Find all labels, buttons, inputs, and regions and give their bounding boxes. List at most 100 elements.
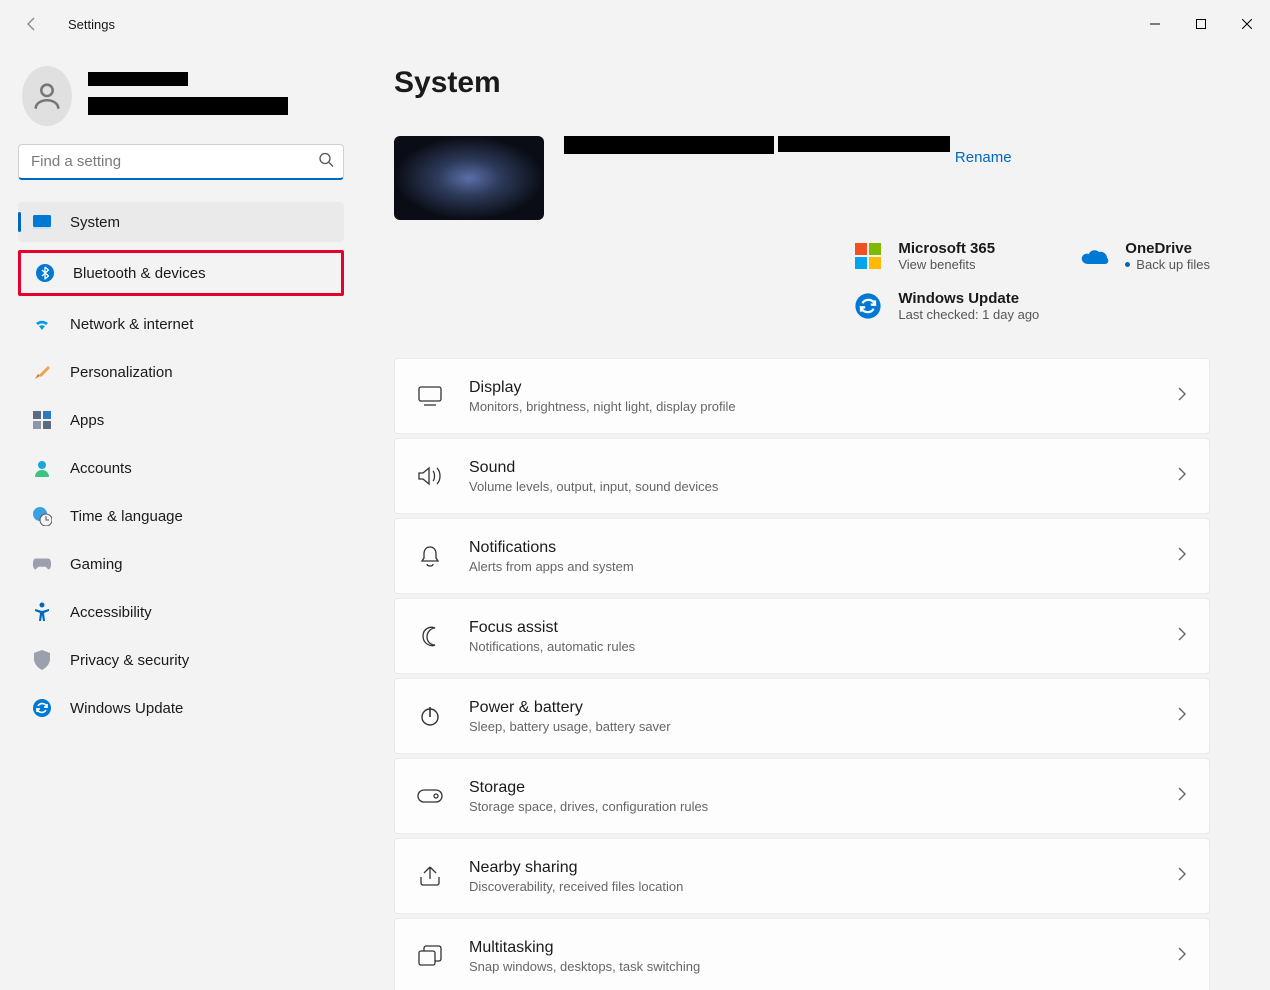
sidebar-item-gaming[interactable]: Gaming [18,544,344,584]
sidebar-item-label: Network & internet [70,316,193,333]
multitasking-icon [417,943,443,969]
device-wallpaper [394,136,544,220]
setting-card-notifications[interactable]: NotificationsAlerts from apps and system [394,518,1210,594]
card-desc: Notifications, automatic rules [469,639,635,654]
tile-microsoft365[interactable]: Microsoft 365 View benefits [852,240,1039,272]
wifi-icon [32,314,52,334]
avatar [22,66,72,126]
storage-icon [417,783,443,809]
device-info: Rename [564,136,1012,167]
share-icon [417,863,443,889]
minimize-button[interactable] [1132,8,1178,40]
sidebar-item-accounts[interactable]: Accounts [18,448,344,488]
clock-globe-icon [32,506,52,526]
sidebar-item-update[interactable]: Windows Update [18,688,344,728]
tile-title: OneDrive [1125,240,1210,257]
tile-onedrive[interactable]: OneDrive Back up files [1079,240,1210,272]
card-desc: Sleep, battery usage, battery saver [469,719,671,734]
sidebar-item-label: System [70,214,120,231]
tile-title: Microsoft 365 [898,240,995,257]
sync-icon [32,698,52,718]
tile-windows-update[interactable]: Windows Update Last checked: 1 day ago [852,290,1039,322]
chevron-right-icon [1177,706,1187,727]
card-title: Display [469,379,736,397]
setting-card-nearby-sharing[interactable]: Nearby sharing Discoverability, received … [394,838,1210,914]
sidebar-item-label: Gaming [70,556,123,573]
attention-dot [1125,262,1130,267]
sidebar-item-label: Time & language [70,508,183,525]
system-icon [32,212,52,232]
paintbrush-icon [32,362,52,382]
setting-card-multitasking[interactable]: Multitasking Snap windows, desktops, task… [394,918,1210,990]
search-icon [318,152,334,173]
rename-link[interactable]: Rename [955,149,1012,166]
sidebar-item-label: Personalization [70,364,173,381]
sidebar-item-label: Bluetooth & devices [73,265,206,282]
shield-icon [32,650,52,670]
device-name-redacted [564,136,774,154]
close-button[interactable] [1224,8,1270,40]
accessibility-icon [32,602,52,622]
tile-sub: View benefits [898,257,995,272]
chevron-right-icon [1177,946,1187,967]
titlebar: Settings [0,0,1270,48]
page-title: System [394,66,1210,100]
card-desc: Discoverability, received files location [469,879,683,894]
setting-card-power[interactable]: Power & batterySleep, battery usage, bat… [394,678,1210,754]
bluetooth-icon [35,263,55,283]
tile-sub: Last checked: 1 day ago [898,307,1039,322]
maximize-button[interactable] [1178,8,1224,40]
sound-icon [417,463,443,489]
card-desc: Volume levels, output, input, sound devi… [469,479,718,494]
bell-icon [417,543,443,569]
chevron-right-icon [1177,786,1187,807]
sidebar: System Bluetooth & devices Network & int… [0,48,360,990]
sidebar-item-network[interactable]: Network & internet [18,304,344,344]
chevron-right-icon [1177,546,1187,567]
app-title: Settings [68,17,115,32]
search-input[interactable] [18,144,344,180]
profile-name-redacted [88,72,188,86]
card-title: Nearby sharing [469,859,683,877]
gamepad-icon [32,554,52,574]
content-pane: System Rename Microsoft 365 View benefit… [360,48,1270,990]
setting-card-focus[interactable]: Focus assist Notifications, automatic rul… [394,598,1210,674]
chevron-right-icon [1177,386,1187,407]
profile-block[interactable] [22,66,340,126]
back-button[interactable] [16,8,48,40]
card-desc: Snap windows, desktops, task switching [469,959,700,974]
sidebar-item-personalization[interactable]: Personalization [18,352,344,392]
sidebar-item-time[interactable]: Time & language [18,496,344,536]
tile-sub: Back up files [1125,257,1210,272]
sidebar-item-bluetooth[interactable]: Bluetooth & devices [21,253,347,293]
setting-card-display[interactable]: DisplayMonitors, brightness, night light… [394,358,1210,434]
power-icon [417,703,443,729]
apps-icon [32,410,52,430]
display-icon [417,383,443,409]
sidebar-item-label: Privacy & security [70,652,189,669]
card-title: Focus assist [469,619,635,637]
setting-card-storage[interactable]: StorageStorage space, drives, configurat… [394,758,1210,834]
microsoft365-icon [852,240,884,272]
device-spec-redacted [778,136,950,152]
search-box [18,144,344,180]
sync-icon [852,290,884,322]
sidebar-item-apps[interactable]: Apps [18,400,344,440]
chevron-right-icon [1177,466,1187,487]
setting-card-sound[interactable]: Sound Volume levels, output, input, sound… [394,438,1210,514]
card-desc: Storage space, drives, configuration rul… [469,799,708,814]
chevron-right-icon [1177,866,1187,887]
card-title: Notifications [469,539,634,557]
sidebar-item-label: Windows Update [70,700,183,717]
sidebar-item-privacy[interactable]: Privacy & security [18,640,344,680]
sidebar-item-label: Apps [70,412,104,429]
sidebar-item-accessibility[interactable]: Accessibility [18,592,344,632]
settings-list: DisplayMonitors, brightness, night light… [394,358,1210,990]
card-title: Sound [469,459,718,477]
card-title: Multitasking [469,939,700,957]
tile-title: Windows Update [898,290,1039,307]
sidebar-item-label: Accounts [70,460,132,477]
sidebar-item-label: Accessibility [70,604,152,621]
moon-icon [417,623,443,649]
sidebar-item-system[interactable]: System [18,202,344,242]
